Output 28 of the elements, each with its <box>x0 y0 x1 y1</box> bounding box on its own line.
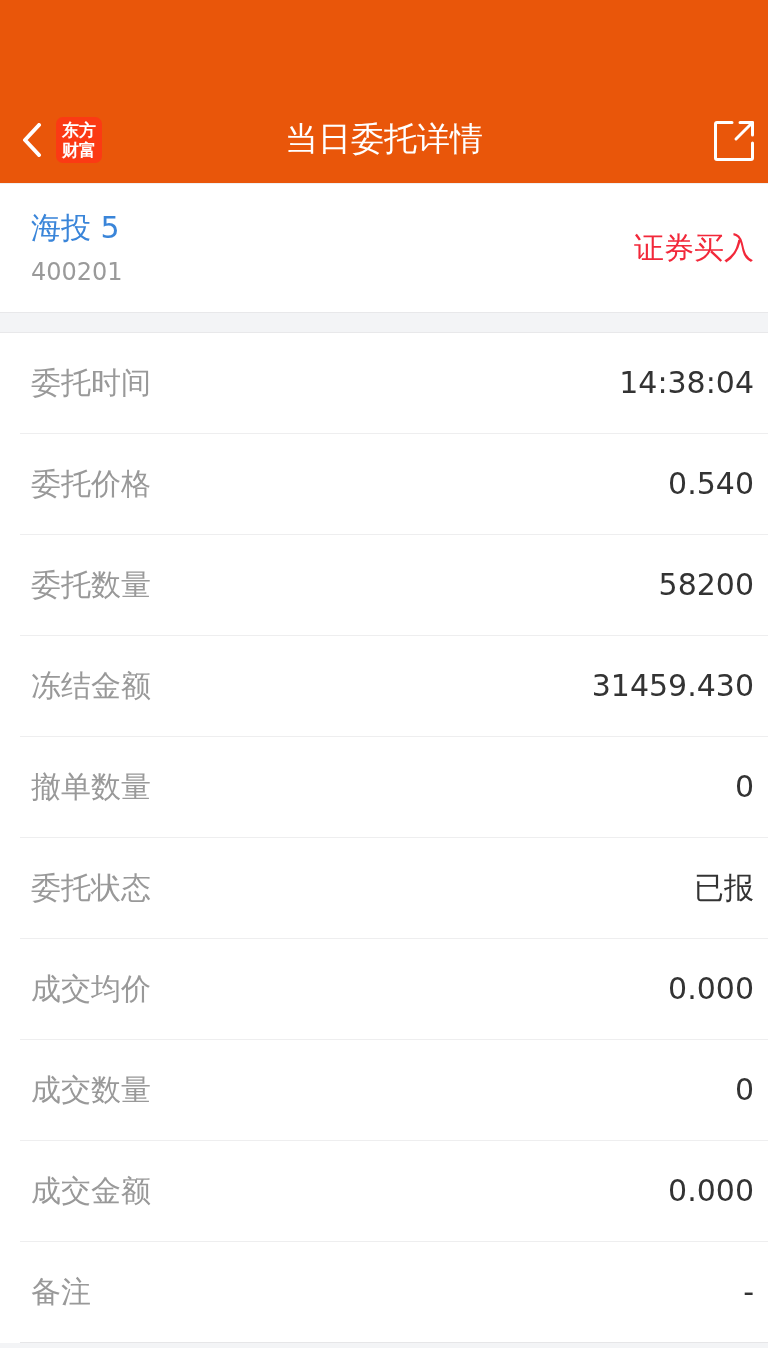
share-button[interactable] <box>712 119 756 163</box>
field-label: 成交均价 <box>31 970 151 1008</box>
field-value: 0.540 <box>668 465 754 503</box>
field-label: 委托数量 <box>31 566 151 604</box>
app-logo[interactable]: 东方财富 <box>56 117 102 163</box>
field-value: 0.000 <box>668 1172 754 1210</box>
field-label: 成交数量 <box>31 1071 151 1109</box>
field-value: 已报 <box>694 869 754 907</box>
field-label: 委托时间 <box>31 364 151 402</box>
field-value: 0 <box>734 768 754 806</box>
field-value: 31459.430 <box>591 667 754 705</box>
field-value: 0 <box>734 1071 754 1109</box>
stock-code: 400201 <box>31 257 123 287</box>
field-label: 委托价格 <box>31 465 151 503</box>
field-label: 备注 <box>31 1273 91 1311</box>
field-value: 14:38:04 <box>619 364 754 402</box>
field-value: 58200 <box>658 566 754 604</box>
field-label: 委托状态 <box>31 869 151 907</box>
back-chevron-icon <box>22 123 42 157</box>
field-value: - <box>743 1273 754 1311</box>
order-type: 证券买入 <box>634 229 754 267</box>
field-label: 冻结金额 <box>31 667 151 705</box>
share-icon <box>712 119 756 163</box>
stock-name: 海投 5 <box>31 209 121 247</box>
field-value: 0.000 <box>668 970 754 1008</box>
field-label: 成交金额 <box>31 1172 151 1210</box>
page-title: 当日委托详情 <box>284 118 484 160</box>
field-label: 撤单数量 <box>31 768 151 806</box>
